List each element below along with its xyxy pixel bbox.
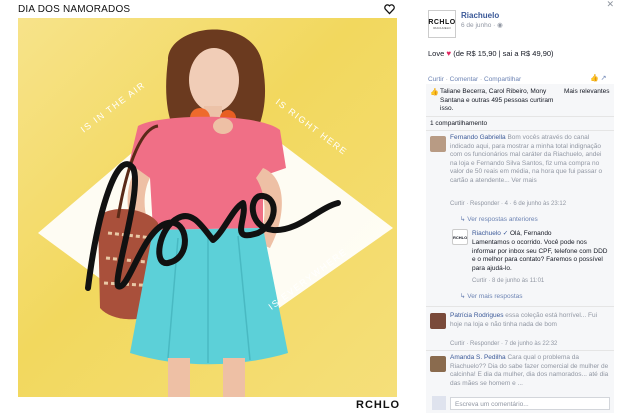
avatar[interactable] <box>430 356 446 372</box>
photo-title: DIA DOS NAMORADOS <box>18 4 131 15</box>
post-actions: Curtir · Comentar · Compartilhar <box>428 76 522 83</box>
divider <box>426 306 614 307</box>
likes-text[interactable]: Taliane Becerra, Carol Ribeiro, Mony San… <box>440 88 560 114</box>
photo-panel: DIA DOS NAMORADOS IS IN THE AIR IS RIGHT… <box>0 0 412 413</box>
comment-meta[interactable]: Curtir · Responder · 4 · 6 de junho às 2… <box>450 200 566 209</box>
verified-badge-icon: ✓ <box>502 230 509 237</box>
post-caption: Love ♥ (de R$ 15,90 | sai a R$ 49,90) <box>428 49 554 58</box>
brand-logo: RCHLO <box>356 399 401 411</box>
comments-panel: 👍 Taliane Becerra, Carol Ribeiro, Mony S… <box>426 84 614 413</box>
reply-meta[interactable]: Curtir · 8 de junho às 11:01 <box>472 277 544 286</box>
view-previous-replies[interactable]: ↳ Ver respostas anteriores <box>460 215 538 224</box>
comment-author[interactable]: Patrícia Rodrigues <box>450 312 503 319</box>
thumb-icon: 👍 <box>430 89 439 96</box>
comment-text: Patrícia Rodrigues essa coleção está hor… <box>450 312 598 328</box>
reply-author[interactable]: Riachuelo <box>472 230 501 237</box>
close-icon[interactable]: ✕ <box>606 0 614 9</box>
shares-count[interactable]: 1 compartilhamento <box>430 120 487 129</box>
post-date: 6 de junho · ◉ <box>461 22 503 29</box>
divider <box>426 350 614 351</box>
view-more-replies[interactable]: ↳ Ver mais respostas <box>460 292 523 301</box>
heart-outline-icon[interactable] <box>384 3 395 15</box>
comment-text: Fernando Gabriella Bom vocês através do … <box>450 134 603 184</box>
composer-avatar <box>432 396 446 410</box>
campaign-photo[interactable]: IS IN THE AIR IS RIGHT HERE IS EVERYWHER… <box>18 18 397 397</box>
comment-input[interactable]: Escreva um comentário... <box>450 397 610 410</box>
like-thumb-icon[interactable]: 👍 ↗ <box>590 74 607 83</box>
comments-sidebar: ✕ RCHLO RIACHUELO Riachuelo 6 de junho ·… <box>424 0 620 413</box>
most-relevant-toggle[interactable]: Mais relevantes <box>564 88 610 97</box>
reply-text: Riachuelo ✓ Olá, Fernando <box>472 230 552 237</box>
leg-left-shape <box>168 358 190 397</box>
comment-author[interactable]: Amanda S. Pedilha <box>450 354 506 361</box>
avatar[interactable] <box>430 136 446 152</box>
face-shape <box>189 48 239 112</box>
leg-right-shape <box>223 358 245 397</box>
comment-text: Amanda S. Pedilha Cara qual o problema d… <box>450 354 609 387</box>
globe-icon: ◉ <box>497 22 503 29</box>
likes-row: 👍 Taliane Becerra, Carol Ribeiro, Mony S… <box>426 88 614 114</box>
divider <box>426 116 614 117</box>
photo-illustration <box>38 29 393 397</box>
comment-link[interactable]: Comentar <box>450 76 479 83</box>
comment-meta[interactable]: Curtir · Responder · 7 de junho às 22:32 <box>450 340 557 349</box>
reply-body: Lamentamos o ocorrido. Você pode nos inf… <box>472 239 608 272</box>
comment-author[interactable]: Fernando Gabriella <box>450 134 506 141</box>
reply-avatar[interactable]: RCHLO <box>452 229 468 245</box>
page-name-link[interactable]: Riachuelo <box>461 11 499 20</box>
page-avatar[interactable]: RCHLO RIACHUELO <box>428 10 456 38</box>
turquoise-skirt-shape <box>130 228 288 365</box>
avatar[interactable] <box>430 313 446 329</box>
like-link[interactable]: Curtir <box>428 76 444 83</box>
divider <box>426 130 614 131</box>
share-link[interactable]: Compartilhar <box>484 76 521 83</box>
